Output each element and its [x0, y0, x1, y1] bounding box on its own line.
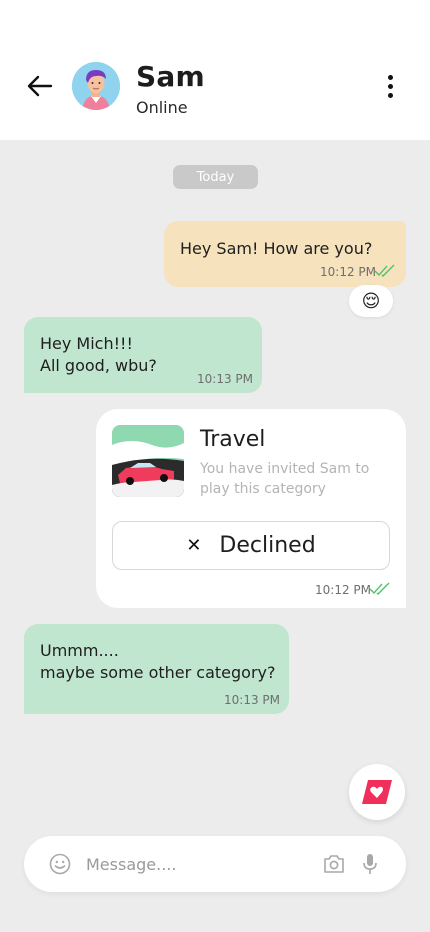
- car-illustration-icon: [112, 425, 184, 497]
- reaction-emoji: 😌: [361, 290, 381, 312]
- message-text-line: Ummm....: [40, 641, 119, 660]
- chat-header: Sam Online: [0, 0, 430, 140]
- message-input[interactable]: [86, 850, 296, 878]
- card-subtitle: You have invited Sam to play this catego…: [200, 461, 370, 497]
- heart-card-icon: [362, 780, 392, 804]
- message-text-line: maybe some other category?: [40, 663, 276, 682]
- microphone-button[interactable]: [360, 852, 380, 876]
- date-separator: Today: [173, 165, 258, 189]
- camera-icon: [324, 855, 344, 873]
- message-composer: [24, 836, 406, 892]
- emoji-reaction[interactable]: 😌: [349, 285, 393, 317]
- contact-status: Online: [136, 98, 188, 117]
- message-time: 10:13 PM: [197, 372, 253, 386]
- avatar[interactable]: [72, 62, 120, 110]
- declined-label: Declined: [219, 533, 316, 558]
- read-ticks-icon: [374, 264, 395, 277]
- message-text: Hey Sam! How are you?: [180, 239, 373, 258]
- emoji-button[interactable]: [48, 852, 72, 876]
- read-ticks-icon: [369, 582, 390, 595]
- arrow-left-icon: [27, 75, 53, 97]
- microphone-icon: [363, 854, 377, 874]
- card-title: Travel: [200, 427, 266, 452]
- message-text-line: Hey Mich!!!: [40, 334, 133, 353]
- travel-thumbnail: [112, 425, 184, 497]
- camera-button[interactable]: [322, 853, 346, 875]
- more-options-button[interactable]: [376, 68, 404, 104]
- message-time: 10:12 PM: [320, 265, 376, 279]
- back-button[interactable]: [22, 70, 58, 102]
- smiley-icon: [49, 853, 71, 875]
- message-time: 10:13 PM: [224, 693, 280, 707]
- contact-name: Sam: [136, 60, 205, 93]
- close-icon: ✕: [186, 535, 202, 556]
- declined-button[interactable]: ✕ Declined: [112, 521, 390, 570]
- message-text-line: All good, wbu?: [40, 356, 157, 375]
- avatar-illustration: [72, 62, 120, 110]
- message-time: 10:12 PM: [315, 583, 371, 597]
- category-invite-card[interactable]: Travel You have invited Sam to play this…: [96, 409, 406, 608]
- game-invite-button[interactable]: [349, 764, 405, 820]
- more-vertical-icon: [387, 74, 393, 80]
